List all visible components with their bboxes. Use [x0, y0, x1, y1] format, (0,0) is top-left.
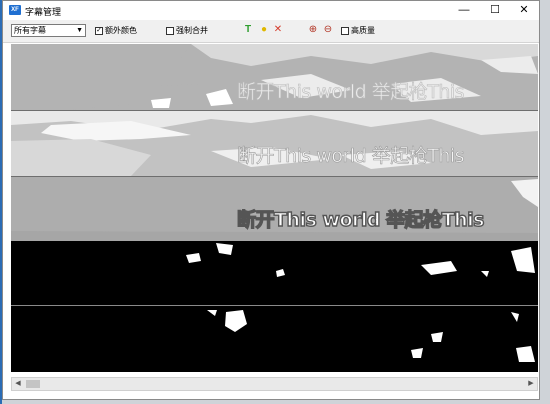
subtitle-strip[interactable]: 断开This world 举起枪This: [11, 44, 538, 110]
cross-icon[interactable]: ✕: [272, 24, 284, 36]
subtitle-strip[interactable]: 断开This world 举起枪This: [11, 177, 538, 241]
force-merge-checkbox[interactable]: 强制合并: [166, 25, 208, 36]
horizontal-scrollbar[interactable]: ◀ ▶: [11, 377, 538, 391]
extra-color-checkbox[interactable]: ✓ 额外颜色: [95, 25, 137, 36]
subtitle-text: 断开This world 举起枪This: [237, 145, 465, 168]
subtitle-preview-canvas[interactable]: 断开This world 举起枪This 断开This world 举起枪Thi…: [11, 44, 538, 372]
checkbox-empty-icon: [166, 26, 174, 35]
chevron-down-icon: ▼: [76, 27, 83, 34]
scroll-left-icon[interactable]: ◀: [12, 378, 24, 390]
image-noise: [186, 243, 535, 277]
image-noise: [207, 310, 535, 362]
force-merge-label: 强制合并: [176, 26, 208, 35]
filter-icon[interactable]: T: [242, 24, 254, 36]
close-button[interactable]: ✕: [509, 1, 539, 20]
zoom-in-icon[interactable]: ⊕: [307, 24, 319, 36]
dropdown-value: 所有字幕: [14, 26, 46, 35]
app-icon: XF: [9, 5, 21, 15]
subtitle-filter-dropdown[interactable]: 所有字幕 ▼: [11, 24, 86, 37]
window-title: 字幕管理: [25, 7, 62, 17]
high-quality-checkbox[interactable]: 高质量: [341, 25, 375, 36]
checkbox-empty-icon: [341, 26, 349, 35]
subtitle-manager-window: XF 字幕管理 — ☐ ✕ 所有字幕 ▼ ✓ 额外颜色 强制合并 T ● ✕ ⊕…: [2, 0, 540, 400]
title-bar: XF 字幕管理 — ☐ ✕: [3, 1, 539, 20]
subtitle-strip[interactable]: [11, 306, 538, 372]
toolbar: 所有字幕 ▼ ✓ 额外颜色 强制合并 T ● ✕ ⊕ ⊖ 高质量: [3, 20, 539, 43]
subtitle-strip[interactable]: 断开This world 举起枪This: [11, 111, 538, 176]
subtitle-text: 断开This world 举起枪This: [236, 208, 485, 231]
zoom-out-icon[interactable]: ⊖: [322, 24, 334, 36]
scroll-right-icon[interactable]: ▶: [525, 378, 537, 390]
high-quality-label: 高质量: [351, 26, 375, 35]
checkbox-checked-icon: ✓: [95, 26, 103, 35]
maximize-button[interactable]: ☐: [480, 1, 510, 20]
subtitle-text: 断开This world 举起枪This: [237, 81, 465, 104]
scroll-thumb[interactable]: [26, 380, 40, 388]
circle-icon[interactable]: ●: [258, 24, 270, 36]
minimize-button[interactable]: —: [449, 1, 479, 20]
extra-color-label: 额外颜色: [105, 26, 137, 35]
subtitle-strip[interactable]: [11, 241, 538, 305]
